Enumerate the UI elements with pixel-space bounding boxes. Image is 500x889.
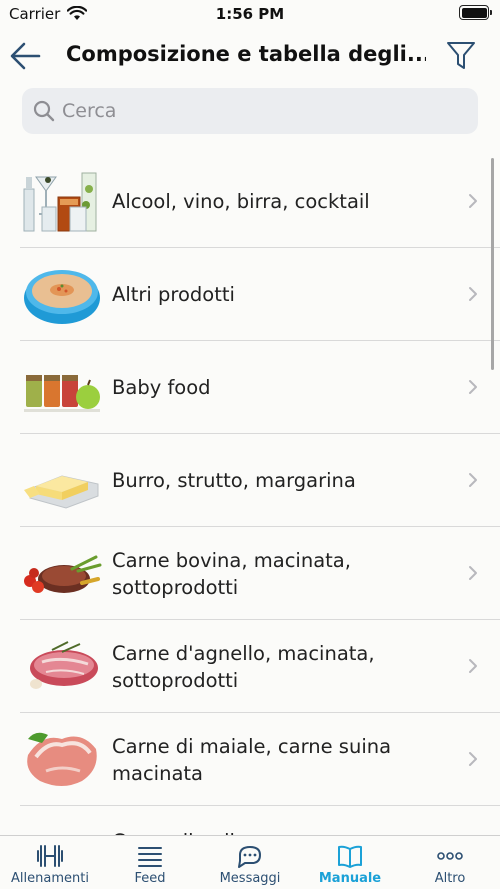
dumbbell-icon <box>37 845 63 867</box>
chevron-right-icon <box>469 194 477 208</box>
chevron-right-icon <box>469 659 477 673</box>
tab-allenamenti[interactable]: Allenamenti <box>0 836 100 889</box>
chevron-right-icon <box>469 566 477 580</box>
list-item[interactable]: Carne bovina, macinata, sottoprodotti <box>0 527 500 620</box>
tab-label: Allenamenti <box>11 871 89 886</box>
filter-icon[interactable] <box>446 38 476 72</box>
tab-messaggi[interactable]: Messaggi <box>200 836 300 889</box>
list-item[interactable]: Carne di maiale, carne suina macinata <box>0 713 500 806</box>
list-item[interactable]: Altri prodotti <box>0 248 500 341</box>
chevron-right-icon <box>469 473 477 487</box>
tab-label: Altro <box>434 871 466 886</box>
poultry-image <box>22 818 102 835</box>
battery-icon <box>459 5 492 20</box>
list-item[interactable]: Carne d'agnello, macinata, sottoprodotti <box>0 620 500 713</box>
chevron-right-icon <box>469 380 477 394</box>
list-item-label: Burro, strutto, margarina <box>112 469 356 492</box>
pork-chop-image <box>27 732 97 786</box>
back-arrow-icon[interactable] <box>8 38 44 74</box>
list-item-label: Carne di pollame... <box>112 806 452 835</box>
feed-lines-icon <box>138 847 162 867</box>
list-item[interactable]: Alcool, vino, birra, cocktail <box>0 155 500 248</box>
status-time: 1:56 PM <box>215 5 285 23</box>
search-bar[interactable] <box>22 88 478 134</box>
tab-label: Feed <box>134 871 166 886</box>
more-dots-icon <box>437 852 463 860</box>
beef-steak-image <box>24 555 102 593</box>
page-title: Composizione e tabella degli... <box>66 42 426 66</box>
soup-bowl-image <box>24 270 100 324</box>
list-item-label: Baby food <box>112 376 211 399</box>
tab-label: Manuale <box>318 871 382 886</box>
list-item-label: Altri prodotti <box>112 283 235 306</box>
status-bar: Carrier 1:56 PM <box>0 0 500 30</box>
chevron-right-icon <box>469 752 477 766</box>
tab-manuale[interactable]: Manuale <box>300 836 400 889</box>
drinks-image <box>23 172 97 232</box>
nav-bar: Composizione e tabella degli... <box>0 30 500 82</box>
tab-bar: Allenamenti Feed Messaggi Manuale Altro <box>0 835 500 889</box>
search-icon <box>33 100 55 122</box>
tab-label: Messaggi <box>219 871 281 886</box>
tab-altro[interactable]: Altro <box>400 836 500 889</box>
chevron-right-icon <box>469 287 477 301</box>
scrollbar[interactable] <box>491 158 494 370</box>
list-item[interactable]: Carne di pollame... <box>0 806 500 835</box>
baby-food-jars-image <box>24 375 100 412</box>
chat-bubbles-icon <box>238 846 261 868</box>
list-item-label: Carne bovina, macinata, sottoprodotti <box>112 548 351 599</box>
category-list[interactable]: Alcool, vino, birra, cocktail Altri prod… <box>0 155 500 835</box>
tab-feed[interactable]: Feed <box>100 836 200 889</box>
list-item-label: Alcool, vino, birra, cocktail <box>112 190 370 213</box>
list-item[interactable]: Burro, strutto, margarina <box>0 434 500 527</box>
book-icon <box>338 845 362 868</box>
lamb-meat-image <box>30 641 98 689</box>
butter-image <box>24 475 99 509</box>
list-item-label: Carne di maiale, carne suina macinata <box>112 734 392 785</box>
search-input[interactable] <box>62 88 462 134</box>
list-item[interactable]: Baby food <box>0 341 500 434</box>
list-item-label: Carne d'agnello, macinata, sottoprodotti <box>112 641 375 692</box>
